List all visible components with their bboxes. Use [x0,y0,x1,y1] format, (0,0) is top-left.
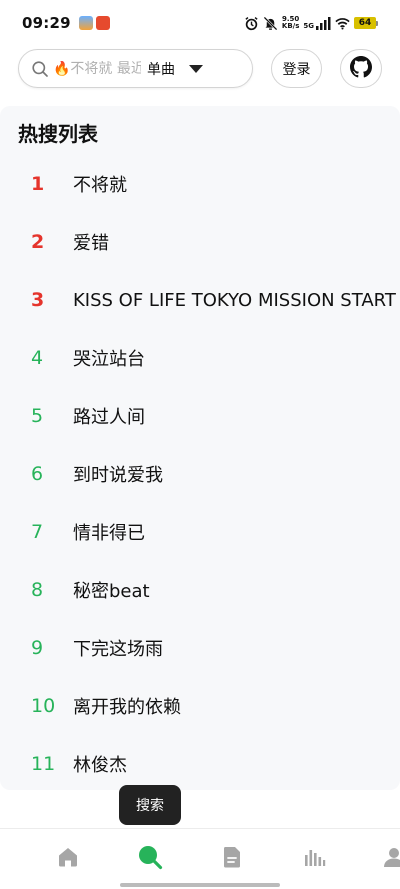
nav-home[interactable] [54,845,82,873]
hot-search-rank: 9 [31,637,44,659]
app-notification-icon [95,16,110,30]
hot-search-name: 下完这场雨 [73,639,163,660]
hot-search-rank: 7 [31,521,44,543]
search-type-label: 单曲 [147,61,175,78]
net-speed: 9.50 KB/s [282,16,299,30]
hot-search-title: 热搜列表 [18,122,98,146]
hot-search-panel: 热搜列表 1 不将就 2 爱错 3 KISS OF LIFE TOKYO MISSIO… [0,106,400,790]
search-type-select[interactable]: 单曲 [147,59,203,79]
home-icon [56,845,80,873]
login-button[interactable]: 登录 [271,49,322,88]
signal-label: 5G [303,21,314,30]
chart-icon [302,845,326,873]
hot-search-item[interactable]: 5 路过人间 [0,387,400,445]
hot-search-rank: 8 [31,579,44,601]
search-bar[interactable]: 单曲 [18,49,253,88]
hot-search-item[interactable]: 6 到时说爱我 [0,445,400,503]
document-icon [220,845,244,873]
bottom-nav [0,828,400,889]
nav-search[interactable] [136,845,164,873]
hot-search-name: 哭泣站台 [73,349,145,370]
toast-tooltip: 搜索 [119,785,181,825]
hot-search-item[interactable]: 2 爱错 [0,213,400,271]
hot-search-item[interactable]: 9 下完这场雨 [0,619,400,677]
hot-search-item[interactable]: 11 林俊杰 [0,735,400,790]
hot-search-name: KISS OF LIFE TOKYO MISSION START [73,289,396,311]
hot-search-rank: 6 [31,463,44,485]
mute-bell-icon [263,16,278,31]
hot-search-rank: 2 [31,231,45,253]
search-input[interactable] [53,60,141,77]
hot-search-item[interactable]: 10 离开我的依赖 [0,677,400,735]
home-indicator[interactable] [120,883,280,887]
app-notification-icon [78,16,93,30]
battery-icon: 64 [354,17,378,29]
nav-documents[interactable] [218,845,246,873]
notification-icons [78,16,110,30]
nav-charts[interactable] [300,845,328,873]
search-icon [31,60,49,78]
alarm-icon [244,16,259,31]
hot-search-rank: 1 [31,173,45,195]
hot-search-item[interactable]: 1 不将就 [0,155,400,213]
github-icon [350,55,372,82]
net-speed-unit: KB/s [281,22,300,30]
hot-search-name: 秘密beat [73,581,150,602]
hot-search-list: 1 不将就 2 爱错 3 KISS OF LIFE TOKYO MISSION STA… [0,155,400,790]
search-icon [136,843,164,875]
hot-search-item[interactable]: 7 情非得已 [0,503,400,561]
status-time: 09:29 [22,14,71,32]
chevron-down-icon [189,64,203,73]
hot-search-name: 离开我的依赖 [73,697,181,718]
hot-search-item[interactable]: 8 秘密beat [0,561,400,619]
hot-search-name: 到时说爱我 [73,465,163,486]
hot-search-name: 路过人间 [73,407,145,428]
status-bar: 09:29 9.50 KB/s 5G 64 [0,0,400,46]
hot-search-rank: 11 [31,753,56,775]
hot-search-name: 爱错 [73,233,109,254]
hot-search-rank: 5 [31,405,44,427]
hot-search-rank: 3 [31,289,45,311]
hot-search-name: 情非得已 [73,523,145,544]
hot-search-name: 林俊杰 [73,755,127,776]
hot-search-name: 不将就 [73,175,127,196]
battery-level: 64 [354,17,376,29]
signal-icon [316,16,331,31]
github-button[interactable] [340,49,382,88]
status-right: 9.50 KB/s 5G 64 [244,16,378,31]
user-icon [382,845,400,873]
nav-profile[interactable] [382,845,400,873]
hot-search-item[interactable]: 4 哭泣站台 [0,329,400,387]
hot-search-rank: 4 [31,347,44,369]
wifi-icon [335,16,350,31]
hot-search-rank: 10 [31,695,56,717]
hot-search-item[interactable]: 3 KISS OF LIFE TOKYO MISSION START [0,271,400,329]
